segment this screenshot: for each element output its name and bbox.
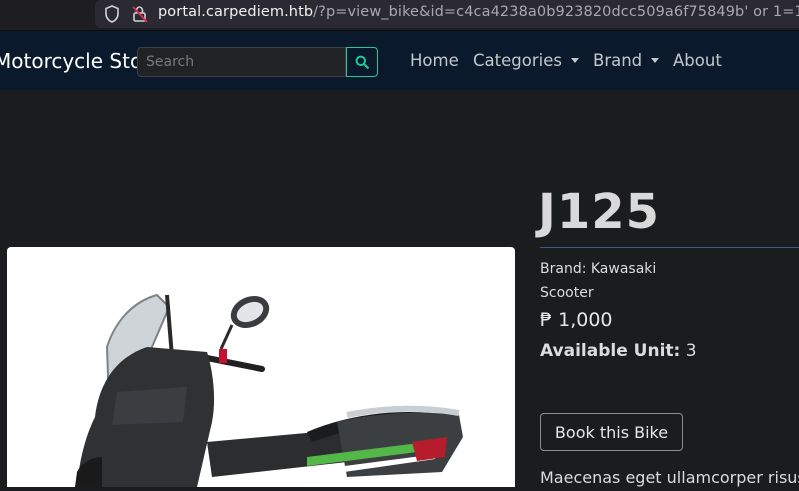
site-navbar: Motorcycle Store Home Categories Brand A… xyxy=(0,31,799,90)
nav-brand-dropdown[interactable]: Brand xyxy=(593,51,660,70)
browser-url-bar: portal.carpediem.htb/?p=view_bike&id=c4c… xyxy=(0,0,799,31)
search-icon xyxy=(355,55,369,69)
insecure-lock-icon[interactable] xyxy=(131,5,149,23)
caret-down-icon xyxy=(570,58,579,63)
url-path: /?p=view_bike&id=c4ca4238a0b923820dcc509… xyxy=(313,4,799,20)
search-button[interactable] xyxy=(346,47,378,77)
title-divider xyxy=(540,247,799,248)
url-host: portal.carpediem.htb xyxy=(158,4,314,20)
available-units-value: 3 xyxy=(685,341,697,361)
nav-brand-label: Brand xyxy=(593,51,643,70)
product-price: ₱ 1,000 xyxy=(540,309,613,331)
product-title: J125 xyxy=(538,184,661,240)
nav-categories-label: Categories xyxy=(473,51,562,70)
scooter-illustration xyxy=(75,293,463,487)
product-description: Maecenas eget ullamcorper risus xyxy=(540,468,799,487)
product-category: Scooter xyxy=(540,285,594,301)
book-bike-button[interactable]: Book this Bike xyxy=(540,413,683,451)
nav-home[interactable]: Home xyxy=(410,51,459,70)
shield-icon[interactable] xyxy=(104,5,120,23)
url-text[interactable]: portal.carpediem.htb/?p=view_bike&id=c4c… xyxy=(158,4,799,20)
available-units: Available Unit: 3 xyxy=(540,341,697,361)
available-units-label: Available Unit: xyxy=(540,341,681,361)
product-image xyxy=(7,247,515,487)
search-input[interactable] xyxy=(137,47,346,77)
nav-categories-dropdown[interactable]: Categories xyxy=(473,51,579,70)
caret-down-icon xyxy=(651,58,660,63)
nav-about[interactable]: About xyxy=(673,51,722,70)
product-brand: Brand: Kawasaki xyxy=(540,261,657,277)
